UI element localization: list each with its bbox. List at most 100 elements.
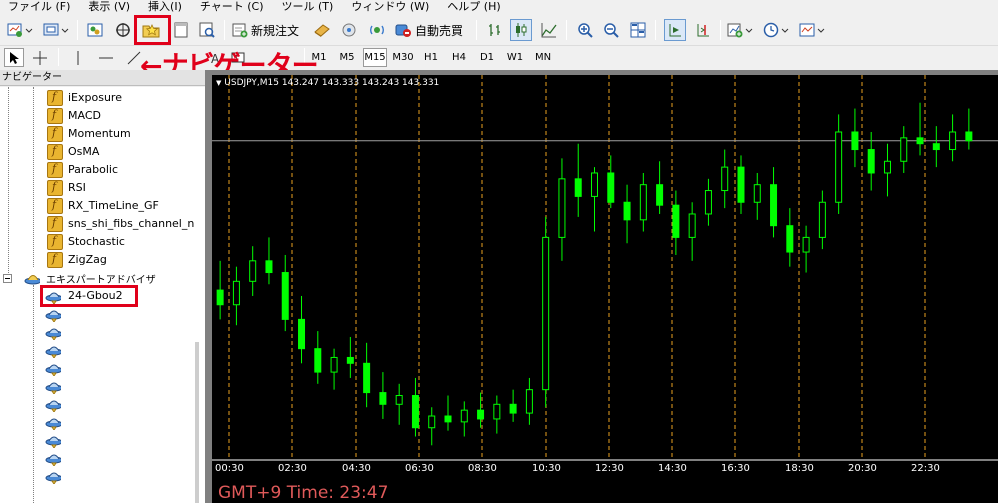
timeframe-mn[interactable]: MN	[532, 48, 554, 67]
indicator-label: RSI	[68, 181, 86, 194]
menu-item-6[interactable]: ヘルプ (H)	[438, 0, 509, 14]
candle	[835, 114, 843, 214]
candle	[346, 336, 354, 378]
candle	[232, 266, 240, 326]
indicators-button[interactable]	[726, 19, 756, 41]
expert-advisor-item[interactable]	[0, 413, 195, 431]
navigator-indicator-item[interactable]: iExposure	[0, 89, 195, 107]
navigator-indicator-item[interactable]: Momentum	[0, 125, 195, 143]
timeframe-w1[interactable]: W1	[504, 48, 526, 67]
line-chart-icon[interactable]	[538, 19, 560, 41]
strategy-tester-icon[interactable]	[196, 19, 218, 41]
candle	[656, 161, 664, 214]
candle	[949, 114, 957, 162]
candle	[802, 225, 810, 273]
menu-item-4[interactable]: ツール (T)	[273, 0, 343, 14]
data-window-icon[interactable]	[112, 19, 134, 41]
navigator-indicator-item[interactable]: RX_TimeLine_GF	[0, 197, 195, 215]
timeframe-m15[interactable]: M15	[363, 48, 387, 67]
meta-editor-icon[interactable]	[311, 19, 333, 41]
navigator-indicator-item[interactable]: Stochastic	[0, 233, 195, 251]
zoom-in-icon[interactable]	[574, 19, 596, 41]
candle	[688, 202, 696, 261]
timeframe-h4[interactable]: H4	[448, 48, 470, 67]
price-chart[interactable]: ▼ USDJPY,M15 143.247 143.333 143.243 143…	[212, 75, 998, 503]
expert-advisor-icon	[45, 382, 61, 394]
time-axis-label: 14:30	[658, 463, 687, 474]
vertical-line-icon[interactable]	[68, 48, 88, 67]
menu-item-2[interactable]: 挿入(I)	[139, 0, 191, 14]
candle	[607, 155, 615, 209]
profiles-button[interactable]	[42, 19, 72, 41]
timeframe-d1[interactable]: D1	[476, 48, 498, 67]
expert-advisor-icon	[45, 400, 61, 412]
expert-advisor-item[interactable]	[0, 449, 195, 467]
time-axis-label: 06:30	[405, 463, 434, 474]
expert-advisor-item[interactable]	[0, 341, 195, 359]
timeframe-h1[interactable]: H1	[420, 48, 442, 67]
signals-icon[interactable]	[338, 19, 360, 41]
terminal-icon[interactable]	[170, 19, 192, 41]
indicator-icon	[47, 126, 63, 142]
bar-chart-icon[interactable]	[484, 19, 506, 41]
expert-advisor-icon	[45, 436, 61, 448]
navigator-indicator-item[interactable]: RSI	[0, 179, 195, 197]
zoom-out-icon[interactable]	[600, 19, 622, 41]
navigator-indicator-item[interactable]: OsMA	[0, 143, 195, 161]
gmt-time-label: GMT+9 Time: 23:47	[218, 483, 389, 503]
indicator-icon	[47, 162, 63, 178]
expert-advisor-item[interactable]	[0, 377, 195, 395]
candle	[249, 246, 257, 296]
new-order-icon	[232, 23, 248, 38]
navigator-scrollbar[interactable]	[195, 342, 199, 503]
candle	[737, 155, 745, 214]
navigator-indicator-item[interactable]: Parabolic	[0, 161, 195, 179]
horizontal-line-icon[interactable]	[96, 48, 116, 67]
auto-scroll-icon[interactable]	[664, 19, 686, 41]
timeframe-m30[interactable]: M30	[392, 48, 414, 67]
time-axis-label: 22:30	[911, 463, 940, 474]
candlestick-chart-icon[interactable]	[510, 19, 532, 41]
auto-trading-button[interactable]: 自動売買	[394, 19, 463, 41]
navigator-indicator-item[interactable]: sns_shi_fibs_channel_n	[0, 215, 195, 233]
candle	[753, 172, 761, 220]
navigator-indicator-item[interactable]: MACD	[0, 107, 195, 125]
auto-trading-icon	[395, 24, 411, 37]
expert-advisor-item[interactable]	[0, 323, 195, 341]
indicator-label: Stochastic	[68, 235, 125, 248]
collapse-icon[interactable]	[3, 274, 12, 283]
candle	[591, 167, 598, 232]
candle	[672, 190, 680, 255]
indicator-icon	[47, 252, 63, 268]
menu-item-1[interactable]: 表示 (V)	[79, 0, 139, 14]
candle	[395, 383, 403, 425]
tile-windows-icon[interactable]	[627, 19, 649, 41]
navigator-indicator-item[interactable]: ZigZag	[0, 251, 195, 269]
expert-advisor-item[interactable]	[0, 359, 195, 377]
expert-advisor-item[interactable]	[0, 467, 195, 485]
timeframe-m5[interactable]: M5	[336, 48, 358, 67]
candle	[477, 392, 485, 428]
new-order-button[interactable]: 新規注文	[232, 19, 299, 41]
periods-button[interactable]	[762, 19, 792, 41]
indicator-icon	[47, 90, 63, 106]
menu-item-5[interactable]: ウィンドウ (W)	[342, 0, 438, 14]
menu-item-0[interactable]: ファイル (F)	[0, 0, 79, 14]
templates-button[interactable]	[798, 19, 828, 41]
community-icon[interactable]	[366, 19, 388, 41]
candle	[411, 377, 419, 437]
chart-symbol-header: ▼ USDJPY,M15 143.247 143.333 143.243 143…	[216, 78, 440, 88]
candle	[623, 184, 631, 244]
expert-advisor-item[interactable]	[0, 305, 195, 323]
chart-window: ▼ USDJPY,M15 143.247 143.333 143.243 143…	[205, 70, 998, 503]
expert-advisor-item[interactable]	[0, 395, 195, 413]
new-chart-button[interactable]	[6, 19, 36, 41]
chart-shift-icon[interactable]	[692, 19, 714, 41]
menu-item-3[interactable]: チャート (C)	[191, 0, 273, 14]
candle	[916, 102, 924, 156]
indicator-label: ZigZag	[68, 253, 107, 266]
crosshair-icon[interactable]	[30, 48, 50, 67]
cursor-icon[interactable]	[4, 48, 24, 67]
expert-advisor-item[interactable]	[0, 431, 195, 449]
market-watch-icon[interactable]	[84, 19, 106, 41]
